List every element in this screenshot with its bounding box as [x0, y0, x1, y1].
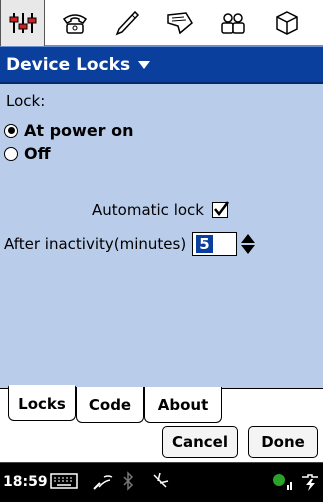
page-title: Device Locks — [6, 54, 131, 75]
lock-label: Lock: — [6, 92, 46, 110]
done-button[interactable]: Done — [248, 426, 318, 458]
inactivity-minutes-input[interactable]: 5 — [192, 232, 238, 256]
radio-button-unselected[interactable] — [4, 146, 18, 161]
phone-icon — [62, 14, 87, 34]
network-icon[interactable] — [270, 471, 294, 493]
radio-button-selected[interactable] — [4, 123, 18, 138]
battery-charging-icon[interactable] — [300, 471, 322, 493]
signal-icon[interactable] — [92, 471, 114, 491]
radio-label-off: Off — [24, 144, 51, 163]
app-tab-contacts[interactable] — [210, 0, 255, 46]
status-bar: 18:59 — [0, 462, 323, 502]
automatic-lock-row: Automatic lock — [92, 201, 229, 219]
checkmark-icon — [214, 201, 229, 217]
app-tab-phone[interactable] — [52, 0, 97, 46]
tab-about[interactable]: About — [144, 387, 222, 423]
inactivity-row: After inactivity(minutes) 5 — [4, 232, 256, 256]
app-tab-messages[interactable] — [157, 0, 202, 46]
cancel-button[interactable]: Cancel — [162, 426, 238, 458]
tab-locks[interactable]: Locks — [8, 385, 76, 421]
app-tab-settings[interactable] — [0, 0, 45, 46]
people-icon — [220, 13, 245, 34]
settings-panel: Lock: At power on Off Automatic lock Aft… — [0, 84, 323, 388]
satellite-icon[interactable] — [150, 471, 170, 491]
spin-down-icon[interactable] — [241, 245, 256, 254]
inactivity-spinner[interactable] — [241, 234, 256, 254]
title-dropdown[interactable]: Device Locks — [0, 46, 323, 84]
settings-sliders-icon — [9, 13, 36, 33]
spin-up-icon[interactable] — [241, 234, 256, 243]
app-tab-pen[interactable] — [104, 0, 149, 46]
keyboard-icon[interactable] — [50, 471, 78, 491]
tab-code[interactable]: Code — [76, 387, 144, 423]
automatic-lock-checkbox[interactable] — [211, 201, 229, 218]
app-tab-applications[interactable] — [264, 0, 309, 46]
clock[interactable]: 18:59 — [3, 474, 48, 490]
radio-off[interactable]: Off — [4, 144, 51, 163]
chevron-down-icon — [132, 60, 151, 69]
inactivity-label: After inactivity(minutes) — [4, 235, 187, 253]
pen-icon — [115, 10, 139, 36]
radio-at-power-on[interactable]: At power on — [4, 121, 134, 140]
automatic-lock-label: Automatic lock — [92, 201, 204, 219]
cube-icon — [275, 11, 298, 35]
message-icon — [166, 12, 193, 35]
button-row: Cancel Done — [0, 424, 323, 462]
inactivity-minutes-value: 5 — [196, 235, 213, 253]
bluetooth-icon[interactable] — [120, 471, 136, 491]
radio-label-at-power-on: At power on — [24, 121, 134, 140]
app-tab-bar — [0, 0, 323, 46]
tab-bar: Locks Code About — [0, 385, 323, 424]
